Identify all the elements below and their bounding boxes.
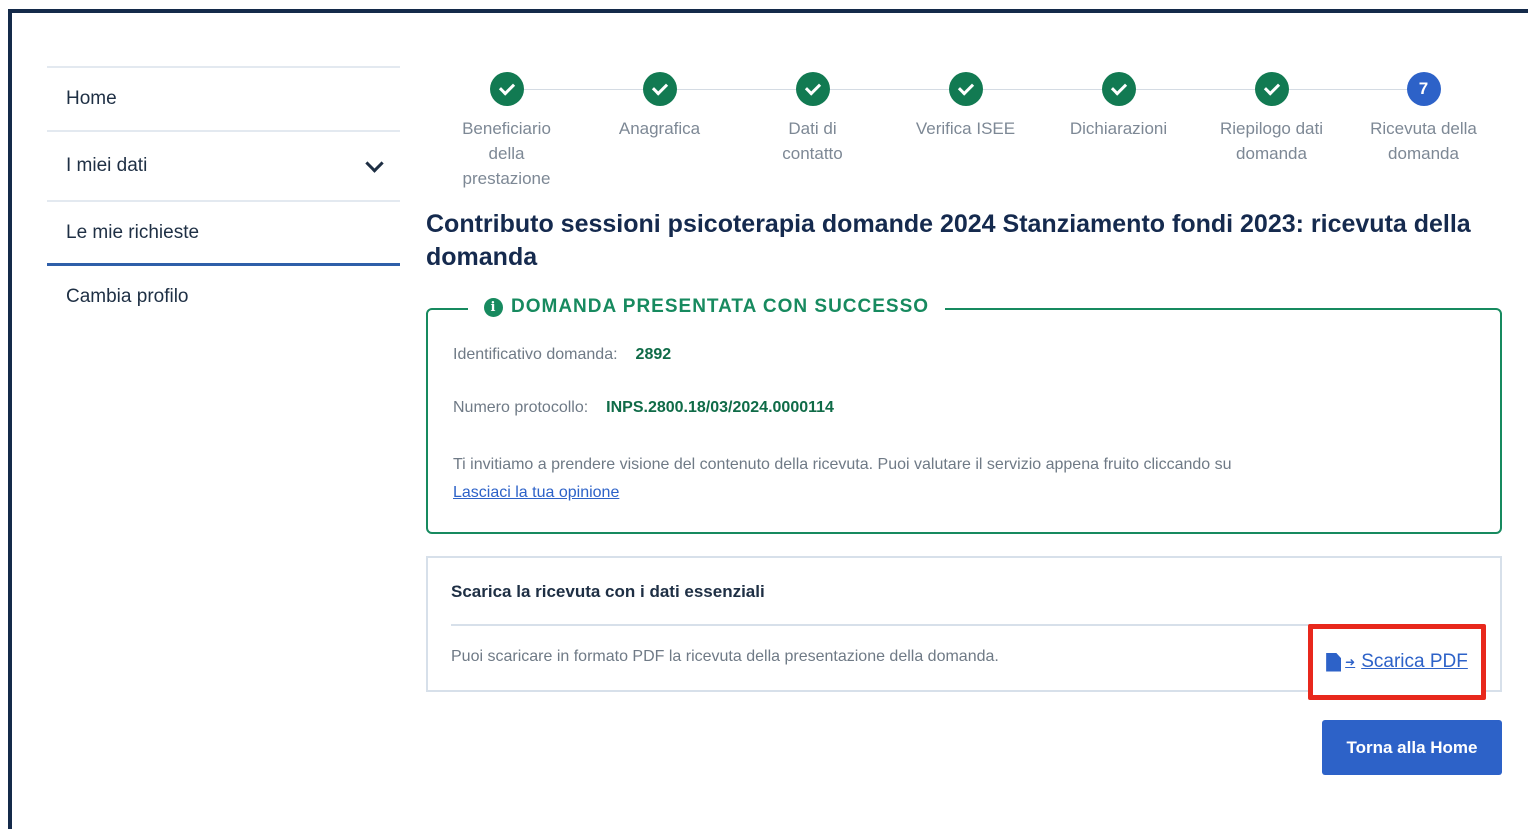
- success-legend: i DOMANDA PRESENTATA CON SUCCESSO: [468, 296, 946, 318]
- file-export-icon: [1326, 652, 1342, 672]
- sidebar-nav: Home I miei dati Le mie richieste Cambia…: [47, 66, 400, 328]
- divider: [451, 624, 1331, 626]
- protocol-row: Numero protocollo: INPS.2800.18/03/2024.0…: [453, 399, 834, 417]
- step-ricevuta: 7 Ricevuta della domanda: [1347, 72, 1500, 166]
- step-label: Verifica ISEE: [915, 119, 1016, 138]
- page-title: Contributo sessioni psicoterapia domande…: [426, 210, 1471, 271]
- step-complete-check-icon: [1101, 72, 1136, 106]
- step-dati-contatto: Dati di contatto: [736, 72, 889, 166]
- invite-text: Ti invitiamo a prendere visione del cont…: [453, 456, 1232, 473]
- request-id-value: 2892: [635, 346, 672, 363]
- sidebar-item-label: Home: [66, 88, 117, 109]
- step-beneficiario: Beneficiario della prestazione: [430, 72, 583, 191]
- step-label: Anagrafica: [618, 119, 701, 138]
- success-legend-text: DOMANDA PRESENTATA CON SUCCESSO: [511, 296, 930, 317]
- sidebar-item-le-mie-richieste[interactable]: Le mie richieste: [47, 200, 400, 266]
- step-complete-check-icon: [642, 72, 677, 106]
- sidebar-item-home[interactable]: Home: [47, 66, 400, 130]
- chevron-down-icon[interactable]: [365, 153, 384, 173]
- step-complete-check-icon: [1254, 72, 1289, 106]
- step-riepilogo: Riepilogo dati domanda: [1195, 72, 1348, 166]
- back-home-button[interactable]: Torna alla Home: [1322, 720, 1502, 775]
- sidebar-item-miei-dati[interactable]: I miei dati: [47, 130, 400, 200]
- arrow-right-icon: ➜: [1345, 655, 1356, 669]
- step-complete-check-icon: [795, 72, 830, 106]
- highlight-box: ➜ Scarica PDF: [1308, 624, 1486, 700]
- step-verifica-isee: Verifica ISEE: [889, 72, 1042, 141]
- download-pdf-link[interactable]: ➜ Scarica PDF: [1326, 651, 1468, 673]
- invite-text-block: Ti invitiamo a prendere visione del cont…: [453, 451, 1453, 507]
- download-title: Scarica la ricevuta con i dati essenzial…: [451, 582, 765, 601]
- sidebar-item-cambia-profilo[interactable]: Cambia profilo: [47, 266, 400, 328]
- sidebar-item-label: Cambia profilo: [66, 286, 189, 307]
- feedback-link[interactable]: Lasciaci la tua opinione: [453, 479, 619, 507]
- request-id-row: Identificativo domanda: 2892: [453, 346, 671, 364]
- step-complete-check-icon: [489, 72, 524, 106]
- success-panel: i DOMANDA PRESENTATA CON SUCCESSO Identi…: [426, 296, 1502, 534]
- step-label: Riepilogo dati domanda: [1219, 119, 1323, 163]
- progress-stepper: Beneficiario della prestazione Anagrafic…: [430, 72, 1500, 197]
- protocol-label: Numero protocollo:: [453, 399, 589, 416]
- request-id-label: Identificativo domanda:: [453, 346, 618, 363]
- sidebar-item-label: Le mie richieste: [66, 221, 200, 243]
- step-anagrafica: Anagrafica: [583, 72, 736, 141]
- step-number-badge: 7: [1406, 72, 1441, 106]
- step-label: Dichiarazioni: [1069, 119, 1168, 138]
- download-description: Puoi scaricare in formato PDF la ricevut…: [451, 648, 999, 665]
- protocol-value: INPS.2800.18/03/2024.0000114: [606, 399, 834, 416]
- step-label: Ricevuta della domanda: [1370, 119, 1477, 163]
- info-icon: i: [484, 297, 503, 317]
- step-dichiarazioni: Dichiarazioni: [1042, 72, 1195, 141]
- step-complete-check-icon: [948, 72, 983, 106]
- step-label: Dati di contatto: [782, 119, 843, 163]
- step-label: Beneficiario della prestazione: [462, 119, 551, 188]
- download-pdf-label: Scarica PDF: [1361, 651, 1468, 672]
- sidebar-item-label: I miei dati: [66, 155, 148, 176]
